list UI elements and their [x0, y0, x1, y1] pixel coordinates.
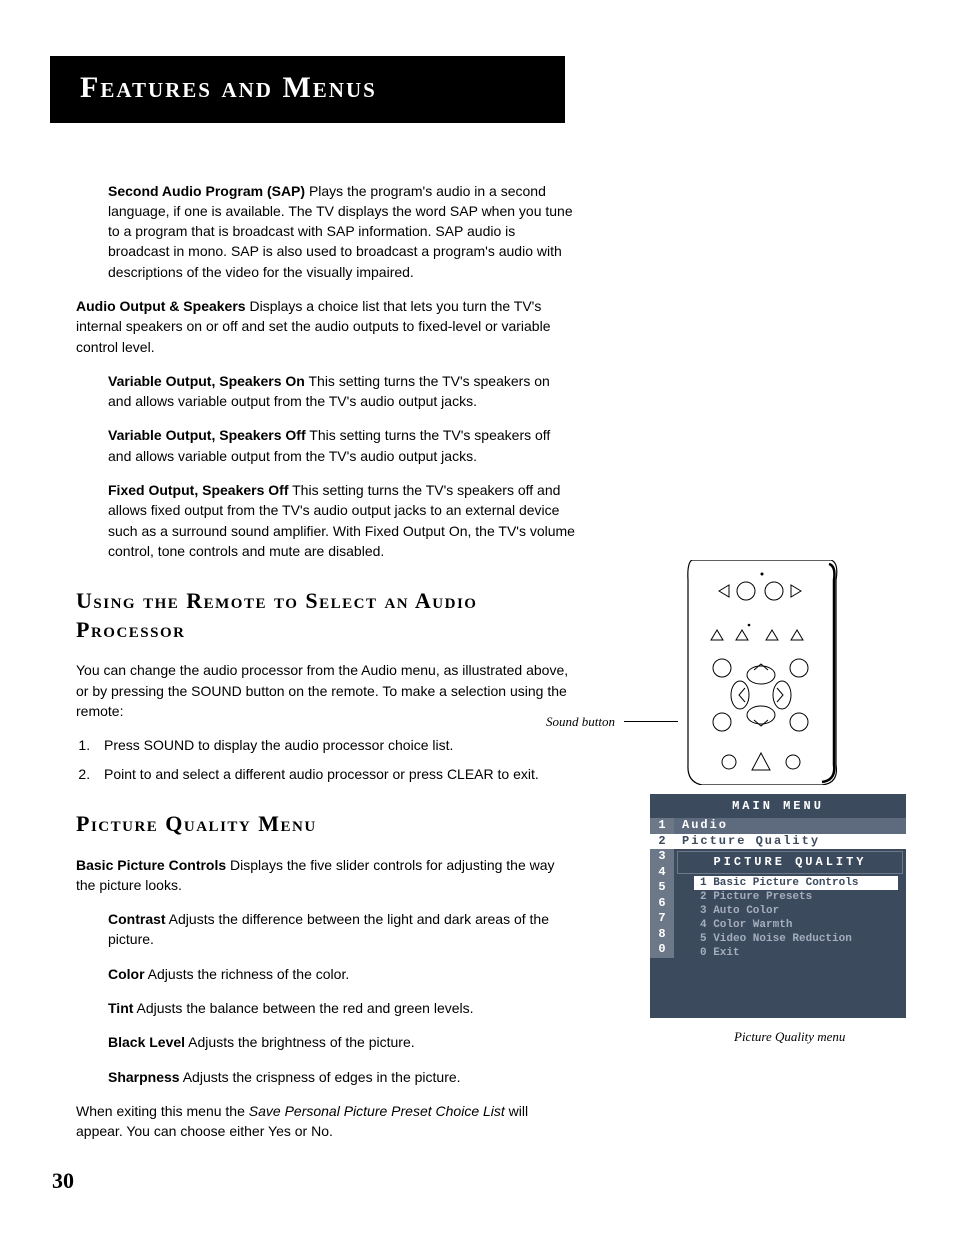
tint-text: Adjusts the balance between the red and … [133, 1000, 473, 1016]
menu-caption: Picture Quality menu [734, 1028, 906, 1047]
menu-top-items: Audio Picture Quality [674, 818, 906, 849]
main-content: Second Audio Program (SAP) Plays the pro… [76, 181, 576, 1142]
menu-box: MAIN MENU 1 2 3 4 5 6 7 8 0 Audio Pictur… [650, 794, 906, 1018]
fixed-off-paragraph: Fixed Output, Speakers Off This setting … [108, 480, 576, 561]
menu-sub-3: 3 Auto Color [694, 904, 898, 918]
fixed-off-term: Fixed Output, Speakers Off [108, 482, 288, 498]
sharpness-text: Adjusts the crispness of edges in the pi… [180, 1069, 461, 1085]
menu-num-7: 7 [650, 911, 674, 927]
menu-num-6: 6 [650, 896, 674, 912]
heading-picture-quality: Picture Quality Menu [76, 810, 576, 839]
sharpness-term: Sharpness [108, 1069, 180, 1085]
menu-num-1: 1 [650, 818, 674, 834]
menu-num-2: 2 [650, 834, 674, 850]
tint-paragraph: Tint Adjusts the balance between the red… [108, 998, 576, 1018]
variable-on-paragraph: Variable Output, Speakers On This settin… [108, 371, 576, 412]
exit-text-b: Save Personal Picture Preset Choice List [249, 1103, 505, 1119]
black-level-text: Adjusts the brightness of the picture. [185, 1034, 415, 1050]
menu-num-0: 0 [650, 942, 674, 958]
page-header-bar: Features and Menus [50, 56, 565, 123]
contrast-text: Adjusts the difference between the light… [108, 911, 549, 947]
black-level-term: Black Level [108, 1034, 185, 1050]
menu-sub-items: 1 Basic Picture Controls 2 Picture Prese… [694, 876, 898, 960]
variable-off-term: Variable Output, Speakers Off [108, 427, 306, 443]
exit-text-a: When exiting this menu the [76, 1103, 249, 1119]
remote-caption: Sound button [546, 713, 615, 732]
variable-on-term: Variable Output, Speakers On [108, 373, 305, 389]
audio-output-paragraph: Audio Output & Speakers Displays a choic… [76, 296, 576, 357]
menu-sub-2: 2 Picture Presets [694, 890, 898, 904]
heading-remote-audio: Using the Remote to Select an Audio Proc… [76, 587, 576, 644]
remote-icon [684, 560, 839, 785]
caption-leader-line [624, 721, 678, 722]
menu-num-4: 4 [650, 865, 674, 881]
menu-num-8: 8 [650, 927, 674, 943]
menu-sub-5: 5 Video Noise Reduction [694, 932, 898, 946]
menu-illustration: MAIN MENU 1 2 3 4 5 6 7 8 0 Audio Pictur… [650, 794, 906, 1047]
remote-illustration: Sound button [634, 560, 894, 790]
audio-output-term: Audio Output & Speakers [76, 298, 246, 314]
exit-paragraph: When exiting this menu the Save Personal… [76, 1101, 576, 1142]
remote-step-2: Point to and select a different audio pr… [94, 764, 576, 784]
menu-sub-1: 1 Basic Picture Controls [694, 876, 898, 890]
page-number: 30 [52, 1165, 74, 1197]
menu-numbers-column: 1 2 3 4 5 6 7 8 0 [650, 818, 674, 958]
black-level-paragraph: Black Level Adjusts the brightness of th… [108, 1032, 576, 1052]
color-term: Color [108, 966, 145, 982]
sharpness-paragraph: Sharpness Adjusts the crispness of edges… [108, 1067, 576, 1087]
color-paragraph: Color Adjusts the richness of the color. [108, 964, 576, 984]
picture-intro-term: Basic Picture Controls [76, 857, 226, 873]
menu-num-5: 5 [650, 880, 674, 896]
contrast-paragraph: Contrast Adjusts the difference between … [108, 909, 576, 950]
menu-title: MAIN MENU [650, 794, 906, 819]
menu-num-3: 3 [650, 849, 674, 865]
picture-intro-paragraph: Basic Picture Controls Displays the five… [76, 855, 576, 896]
menu-top-picture-quality: Picture Quality [674, 834, 906, 850]
menu-sub-0: 0 Exit [694, 946, 898, 960]
menu-subtitle: PICTURE QUALITY [677, 851, 903, 874]
color-text: Adjusts the richness of the color. [145, 966, 350, 982]
sap-paragraph: Second Audio Program (SAP) Plays the pro… [108, 181, 576, 282]
remote-intro: You can change the audio processor from … [76, 660, 576, 721]
remote-steps-list: Press SOUND to display the audio process… [94, 735, 576, 784]
menu-top-audio: Audio [674, 818, 906, 834]
contrast-term: Contrast [108, 911, 166, 927]
remote-step-1: Press SOUND to display the audio process… [94, 735, 576, 755]
variable-off-paragraph: Variable Output, Speakers Off This setti… [108, 425, 576, 466]
menu-sub-4: 4 Color Warmth [694, 918, 898, 932]
sap-term: Second Audio Program (SAP) [108, 183, 305, 199]
tint-term: Tint [108, 1000, 133, 1016]
